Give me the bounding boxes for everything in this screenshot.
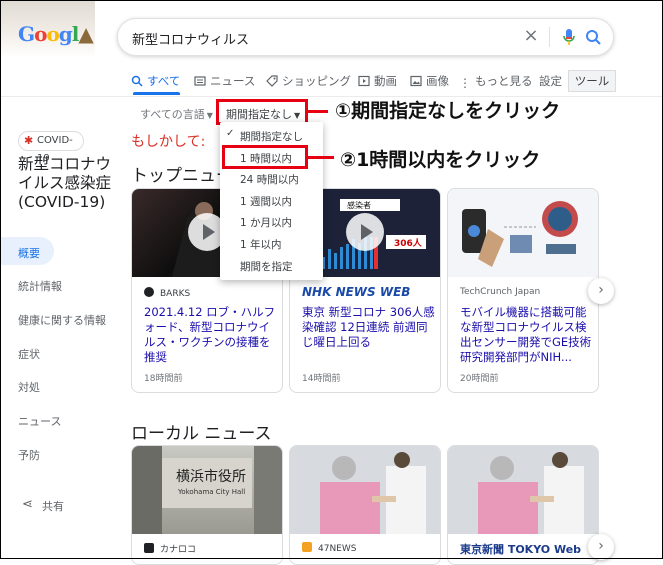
news-thumbnail — [448, 446, 598, 534]
side-item-health[interactable]: 健康に関する情報 — [18, 312, 106, 328]
settings-link[interactable]: 設定 — [539, 73, 562, 91]
local-news-card[interactable]: 東京新聞 TOKYO Web — [447, 445, 599, 565]
active-tab-indicator — [133, 92, 180, 95]
local-news-card[interactable]: 47NEWS — [289, 445, 441, 565]
card-source: 47NEWS — [302, 542, 356, 554]
side-item-prevention[interactable]: 予防 — [18, 447, 40, 463]
card-source-label: カナロコ — [160, 545, 197, 555]
side-item-symptoms[interactable]: 症状 — [18, 346, 40, 362]
tab-images[interactable]: 画像 — [410, 73, 449, 91]
tab-label: 画像 — [426, 74, 449, 88]
nhk-banner-text: 感染者 — [347, 201, 371, 210]
search-input[interactable]: 新型コロナウィルス — [132, 29, 249, 48]
close-icon[interactable]: × — [520, 25, 542, 49]
card-headline[interactable]: 2021.4.12 ロブ・ハルフォード、新型コロナウイルス・ワクチンの接種を推奨 — [144, 305, 278, 365]
play-icon[interactable] — [346, 213, 384, 251]
card-time: 18時間前 — [144, 374, 183, 384]
card-source: BARKS — [160, 289, 191, 299]
more-icon: ⋮ — [459, 76, 471, 90]
dropdown-item-custom[interactable]: 期間を指定 — [240, 259, 293, 274]
next-arrow-button[interactable]: › — [588, 534, 614, 560]
local-news-card[interactable]: 横浜市役所 Yokohama City Hall カナロコ — [131, 445, 283, 565]
divider — [0, 96, 663, 97]
source-icon — [144, 287, 154, 297]
dropdown-item-24hours[interactable]: 24 時間以内 — [240, 172, 299, 187]
tab-label: ニュース — [210, 74, 256, 88]
share-icon[interactable]: ⋖ — [22, 497, 33, 512]
yokohama-sign-text: 横浜市役所 — [176, 469, 246, 485]
tab-label: 動画 — [374, 74, 397, 88]
tab-news[interactable]: ニュース — [194, 73, 255, 91]
tab-all[interactable]: すべて — [131, 73, 180, 91]
dropdown-item-1year[interactable]: 1 年以内 — [240, 237, 282, 252]
dropdown-item-1week[interactable]: 1 週間以内 — [240, 194, 292, 209]
card-headline[interactable]: モバイル機器に搭載可能な新型コロナウイルス検出センサー開発でGE技術研究開発部門… — [460, 305, 594, 365]
side-item-stats[interactable]: 統計情報 — [18, 278, 62, 294]
tab-more[interactable]: ⋮ もっと見る — [459, 73, 533, 91]
tab-shopping[interactable]: ショッピング — [266, 73, 351, 91]
side-item-treatment[interactable]: 対処 — [18, 379, 40, 395]
card-source: 東京新聞 TOKYO Web — [460, 543, 582, 556]
caret-down-icon: ▼ — [206, 111, 213, 120]
microphone-icon[interactable] — [560, 25, 578, 49]
nhk-count-text: 306人 — [394, 239, 422, 249]
source-icon — [302, 542, 312, 552]
card-time: 14時間前 — [302, 374, 341, 384]
callout-line — [308, 156, 334, 159]
news-thumbnail — [290, 446, 440, 534]
local-news-title: ローカル ニュース — [131, 424, 272, 444]
dropdown-item-any[interactable]: 期間指定なし — [240, 129, 303, 144]
covid-title: 新型コロナウイルス感染症 (COVID-19) — [18, 155, 112, 211]
language-filter-label: すべての言語 — [140, 108, 205, 121]
virus-icon: ✱ — [24, 134, 34, 147]
callout-line — [308, 110, 328, 113]
card-source-label: 47NEWS — [318, 544, 357, 554]
card-source: TechCrunch Japan — [460, 287, 541, 297]
callout-step1: ①期間指定なしをクリック — [335, 100, 561, 122]
check-icon: ✓ — [226, 128, 235, 139]
share-link[interactable]: 共有 — [42, 498, 64, 514]
next-arrow-button[interactable]: › — [588, 278, 614, 304]
card-source: NHK NEWS WEB — [302, 285, 411, 299]
google-logo[interactable]: Googl▲ — [18, 22, 94, 48]
source-icon — [144, 543, 154, 553]
tab-label: もっと見る — [475, 74, 533, 88]
search-icon[interactable] — [584, 25, 604, 49]
card-time: 20時間前 — [460, 374, 499, 384]
news-thumbnail: 横浜市役所 Yokohama City Hall — [132, 446, 282, 534]
highlight-box-1hour — [222, 145, 308, 169]
divider — [549, 27, 550, 47]
tab-label: ショッピング — [282, 74, 351, 88]
side-item-news[interactable]: ニュース — [18, 413, 61, 429]
side-item-overview[interactable]: 概要 — [18, 245, 40, 261]
did-you-mean: もしかして: — [131, 134, 206, 150]
yokohama-sign-sub: Yokohama City Hall — [178, 488, 246, 496]
tab-label: すべて — [147, 74, 181, 88]
news-thumbnail — [448, 189, 598, 277]
language-filter[interactable]: すべての言語 ▼ — [140, 106, 213, 122]
tools-button[interactable]: ツール — [568, 70, 616, 92]
news-card[interactable]: TechCrunch Japan モバイル機器に搭載可能な新型コロナウイルス検出… — [447, 188, 599, 393]
search-box[interactable]: 新型コロナウィルス × — [117, 18, 614, 56]
callout-step2: ②1時間以内をクリック — [340, 149, 541, 171]
tab-video[interactable]: 動画 — [358, 73, 397, 91]
card-source: カナロコ — [144, 542, 196, 555]
dropdown-item-1month[interactable]: 1 か月以内 — [240, 215, 292, 230]
card-headline[interactable]: 東京 新型コロナ 306人感染確認 12日連続 前週同じ曜日上回る — [302, 305, 436, 350]
covid-chip[interactable]: ✱ COVID-19 — [18, 131, 84, 164]
